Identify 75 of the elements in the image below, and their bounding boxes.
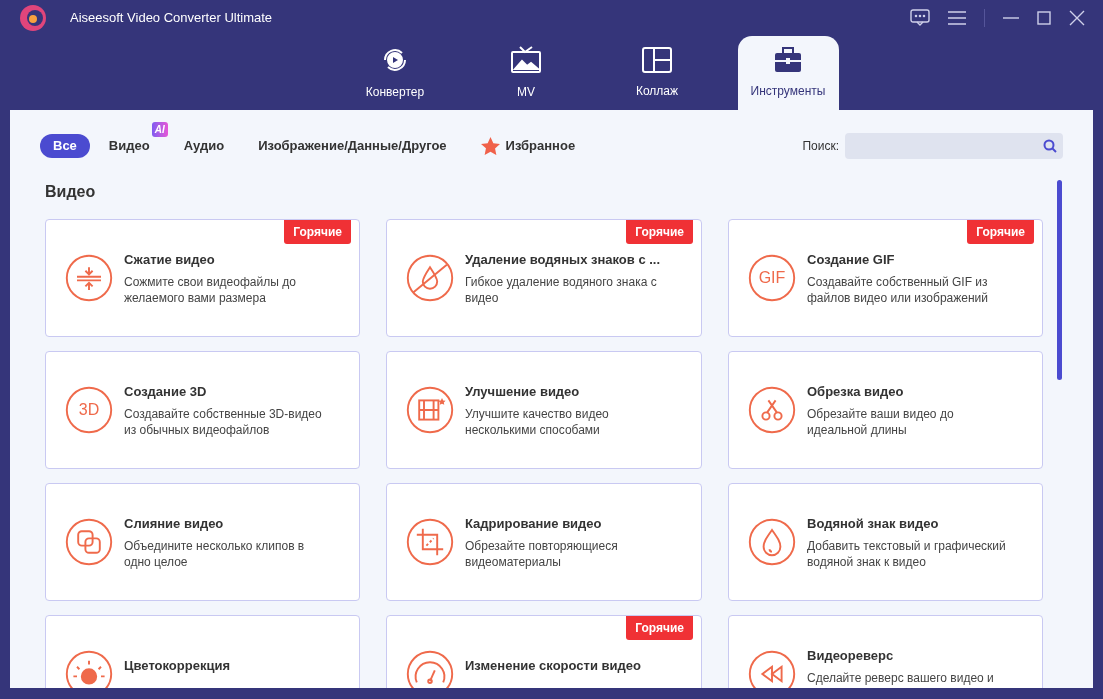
drop-icon: [748, 518, 796, 566]
tab[interactable]: Коллаж: [606, 36, 708, 110]
tool-description: Обрезайте ваши видео до идеальной длины: [807, 405, 955, 438]
tool-card[interactable]: Слияние видео Объедините несколько клипов в одно целое: [45, 483, 360, 601]
section-heading: Видео: [45, 182, 97, 202]
tool-card[interactable]: 3D Создание 3D Создавайте собственные 3D-видео из обычных видеофайлов: [45, 351, 360, 469]
tv-icon: [510, 45, 542, 75]
filter-tab[interactable]: Видео: [107, 134, 151, 158]
scrollbar[interactable]: [1057, 180, 1062, 380]
tool-card[interactable]: Горячие Удаление водяных знаков с ... Гибкое удаление водяного знака с видео: [386, 219, 702, 337]
ring-icon: [65, 386, 113, 434]
icon-label: 3D: [78, 400, 100, 420]
ai-badge: AI: [151, 122, 168, 137]
tool-title: Создание GIF: [807, 251, 896, 269]
tool-card[interactable]: Горячие Сжатие видео Сожмите свои видеофайлы до желаемого вами размера: [45, 219, 360, 337]
search-label: Поиск:: [802, 138, 839, 155]
tool-card[interactable]: Горячие GIF Создание GIF Создавайте собственный GIF из файлов видео или изображений: [728, 219, 1043, 337]
hot-badge: Горячие: [626, 220, 693, 244]
tool-description: Создавайте собственные 3D-видео из обычных видеофайлов: [124, 405, 323, 438]
tool-title: Видеореверс: [807, 647, 895, 665]
tab[interactable]: Инструменты: [737, 36, 839, 110]
tool-description: Гибкое удаление водяного знака с видео: [465, 273, 658, 306]
tool-description: Обрезайте повторяющиеся видеоматериалы: [465, 537, 619, 570]
maximize-icon[interactable]: [1037, 11, 1051, 25]
feedback-icon[interactable]: [910, 9, 930, 27]
tab[interactable]: MV: [475, 36, 577, 110]
filter-tab[interactable]: Аудио: [182, 134, 226, 158]
tool-title: Водяной знак видео: [807, 515, 940, 533]
tool-description: Улучшите качество видео несколькими способами: [465, 405, 610, 438]
tool-description: Объедините несколько клипов в одно целое: [124, 537, 306, 570]
sun-icon: [65, 650, 113, 688]
gauge-icon: [406, 650, 454, 688]
tool-description: Сделайте реверс вашего видео и: [807, 669, 995, 686]
search-icon[interactable]: [1043, 139, 1057, 153]
hot-badge: Горячие: [967, 220, 1034, 244]
tool-description: Создавайте собственный GIF из файлов видео или изображений: [807, 273, 989, 306]
tool-title: Улучшение видео: [465, 383, 581, 401]
tool-title: Изменение скорости видео: [465, 657, 641, 675]
tool-card[interactable]: Улучшение видео Улучшите качество видео несколькими способами: [386, 351, 702, 469]
tool-card[interactable]: Цветокоррекция: [45, 615, 360, 688]
menu-icon[interactable]: [948, 11, 966, 25]
hot-badge: Горячие: [284, 220, 351, 244]
tool-card[interactable]: Обрезка видео Обрезайте ваши видео до идеальной длины: [728, 351, 1043, 469]
tool-description: Добавить текстовый и графический водяной знак к видео: [807, 537, 1007, 570]
merge-icon: [65, 518, 113, 566]
window-title: Aiseesoft Video Converter Ultimate: [70, 9, 273, 28]
tool-title: Кадрирование видео: [465, 515, 603, 533]
tool-title: Обрезка видео: [807, 383, 905, 401]
app-logo-icon: [18, 3, 48, 33]
tool-title: Сжатие видео: [124, 251, 216, 269]
scissors-icon: [748, 386, 796, 434]
tool-card[interactable]: Горячие Изменение скорости видео: [386, 615, 702, 688]
tool-card[interactable]: Видеореверс Сделайте реверс вашего видео и: [728, 615, 1043, 688]
no-drop-icon: [406, 254, 454, 302]
layout-icon: [641, 46, 673, 74]
tool-title: Создание 3D: [124, 383, 208, 401]
tool-card[interactable]: Водяной знак видео Добавить текстовый и графический водяной знак к видео: [728, 483, 1043, 601]
tool-title: Цветокоррекция: [124, 657, 230, 675]
tool-description: Сожмите свои видеофайлы до желаемого вами размера: [124, 273, 297, 306]
filter-tab[interactable]: Избранное: [479, 134, 577, 158]
filter-tab[interactable]: Все: [40, 134, 90, 158]
crop-icon: [406, 518, 454, 566]
search-field[interactable]: [845, 133, 1063, 159]
icon-label: GIF: [758, 268, 786, 288]
close-icon[interactable]: [1069, 10, 1085, 26]
tab[interactable]: Конвертер: [344, 36, 446, 110]
tool-card[interactable]: Кадрирование видео Обрезайте повторяющиеся видеоматериалы: [386, 483, 702, 601]
ring-icon: [748, 254, 796, 302]
compress-icon: [65, 254, 113, 302]
toolbox-icon: [773, 46, 803, 74]
rewind-icon: [748, 650, 796, 688]
filter-tab[interactable]: Изображение/Данные/Другое: [257, 134, 448, 158]
tool-title: Удаление водяных знаков с ...: [465, 251, 662, 269]
tool-title: Слияние видео: [124, 515, 225, 533]
hot-badge: Горячие: [626, 616, 693, 640]
